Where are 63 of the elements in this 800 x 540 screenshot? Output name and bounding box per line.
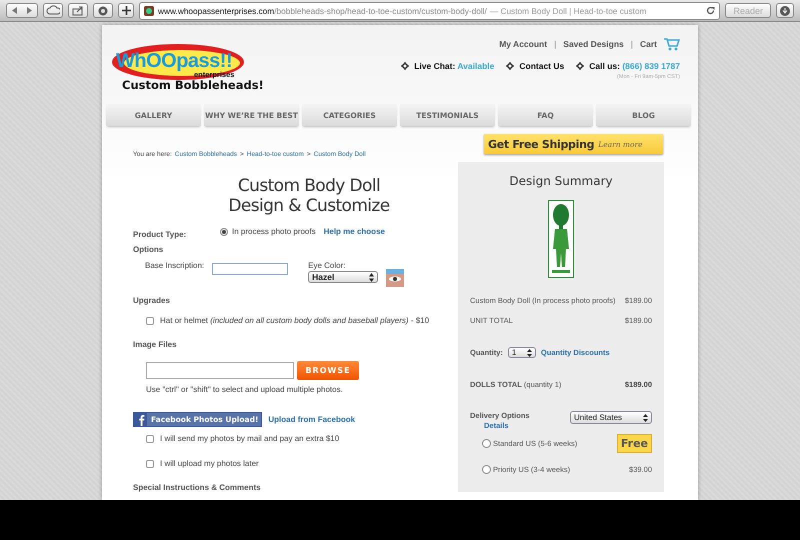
upgrade-option[interactable]: Hat or helmet (included on all custom body dolls and baseball players) - $10 [146, 316, 455, 325]
page-heading: Custom Body Doll [236, 176, 382, 196]
account-link[interactable]: My Account [499, 39, 548, 49]
section-heading: Options [133, 245, 164, 254]
reload-icon[interactable] [706, 6, 716, 15]
share-button[interactable] [68, 3, 88, 18]
gear-icon [576, 62, 584, 70]
address-bar[interactable]: www.whoopassenterprises.com/bobbleheads-shop/head-to-toe-custom/custom-body-doll/ — Custom Body Doll | Head-to-toe custom [139, 2, 720, 20]
section-heading: Image Files [133, 340, 178, 349]
stepper-icon [643, 414, 648, 422]
gear-icon [506, 62, 514, 70]
page-heading: Design & Customize [227, 196, 391, 216]
stepper-icon [526, 348, 532, 356]
back-forward-buttons[interactable] [6, 3, 38, 18]
stepper-icon [369, 272, 374, 282]
eye-photo [386, 269, 404, 287]
contact-item[interactable]: Contact Us [519, 61, 564, 71]
url-path: /bobbleheads-shop/head-to-toe-custom/custom-body-doll/ [274, 6, 487, 16]
quantity-select[interactable]: 1 [508, 347, 536, 358]
site-favicon-icon [144, 6, 154, 16]
country-select[interactable]: United States [570, 411, 652, 424]
radio-button[interactable] [482, 464, 491, 474]
section-heading: Upgrades [133, 296, 171, 305]
radio-button[interactable] [220, 228, 228, 236]
eye-color-select[interactable]: Hazel [308, 271, 378, 283]
link-separator: | [630, 39, 633, 49]
section-heading: Special Instructions & Comments [133, 483, 262, 492]
file-path-field[interactable] [146, 362, 294, 379]
field-label: Eye Color: [308, 261, 346, 270]
product-type-option[interactable]: In process photo proofs [220, 227, 316, 236]
contact-item[interactable]: Live Chat: Available [414, 61, 494, 71]
field-label: Base Inscription: [145, 261, 204, 270]
panel-title: Design Summary [508, 174, 614, 188]
checkbox[interactable] [146, 316, 154, 324]
cart-icon[interactable] [664, 37, 680, 51]
url-domain: www.whoopassenterprises.com [158, 6, 274, 16]
new-tab-button[interactable] [118, 3, 134, 18]
link-separator: | [554, 39, 556, 49]
arrow-icons [11, 6, 33, 15]
logo-tagline: Custom Bobbleheads! [122, 78, 264, 92]
page-title: — Custom Body Doll | Head-to-toe custom [490, 6, 646, 16]
free-badge: Free [616, 434, 652, 452]
field-label: Product Type: [133, 230, 188, 239]
help-link[interactable]: Help me choose [324, 227, 385, 236]
checkbox[interactable] [146, 460, 154, 468]
facebook-icon [134, 413, 147, 426]
upload-hint: Use "ctrl" or "shift" to select and upload multiple photos. [146, 385, 344, 394]
gear-icon [401, 62, 410, 70]
share-icon [71, 4, 85, 16]
checkbox[interactable] [146, 434, 154, 442]
photo-option[interactable]: I will send my photos by mail and pay an extra $10 [146, 434, 455, 443]
download-icon [780, 6, 790, 16]
facebook-link[interactable]: Upload from Facebook [268, 415, 356, 424]
plus-icon [122, 6, 130, 15]
cloud-button[interactable] [43, 3, 63, 18]
cloud-icon [46, 4, 60, 16]
account-link[interactable]: Cart [640, 39, 657, 49]
contact-item[interactable]: Call us: (866) 839 1787 [589, 61, 680, 71]
downloads-button[interactable] [776, 3, 794, 18]
account-link[interactable]: Saved Designs [563, 39, 624, 49]
base-inscription-field[interactable] [212, 263, 288, 275]
photo-option[interactable]: I will upload my photos later [146, 459, 455, 468]
radio-button[interactable] [482, 438, 491, 448]
